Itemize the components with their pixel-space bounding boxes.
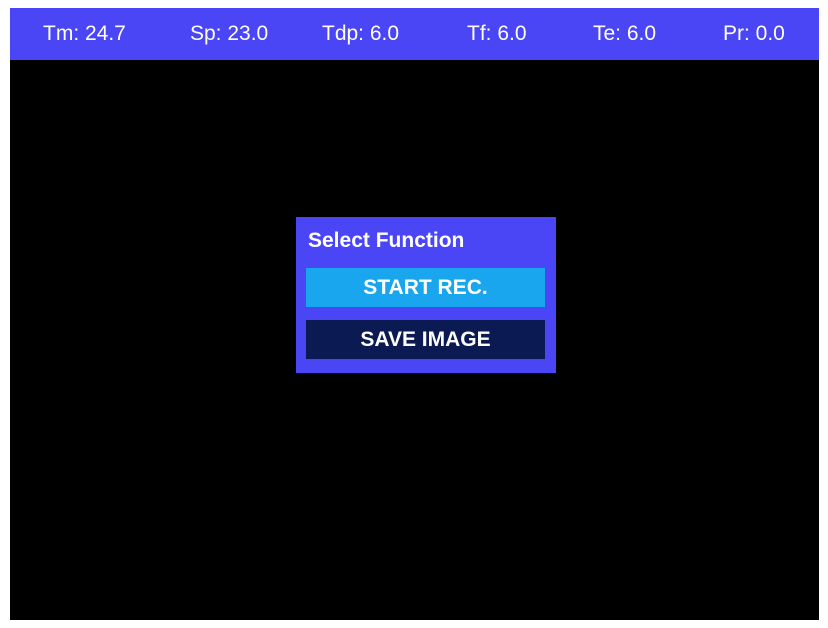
status-tf: Tf: 6.0 [467, 22, 527, 45]
status-te: Te: 6.0 [593, 22, 657, 45]
status-bar: Tm: 24.7 Sp: 23.0 Tdp: 6.0 Tf: 6.0 Te: 6… [10, 8, 819, 60]
status-pr: Pr: 0.0 [723, 22, 785, 45]
status-tm: Tm: 24.7 [43, 22, 126, 45]
dialog-title: Select Function [308, 229, 465, 252]
save-image-button[interactable]: SAVE IMAGE [306, 320, 545, 359]
thermal-view-screen: Tm: 24.7 Sp: 23.0 Tdp: 6.0 Tf: 6.0 Te: 6… [10, 8, 819, 620]
start-recording-button[interactable]: START REC. [306, 268, 545, 307]
select-function-dialog: Select Function START REC. SAVE IMAGE [296, 217, 556, 373]
status-sp: Sp: 23.0 [190, 22, 269, 45]
status-tdp: Tdp: 6.0 [322, 22, 400, 45]
